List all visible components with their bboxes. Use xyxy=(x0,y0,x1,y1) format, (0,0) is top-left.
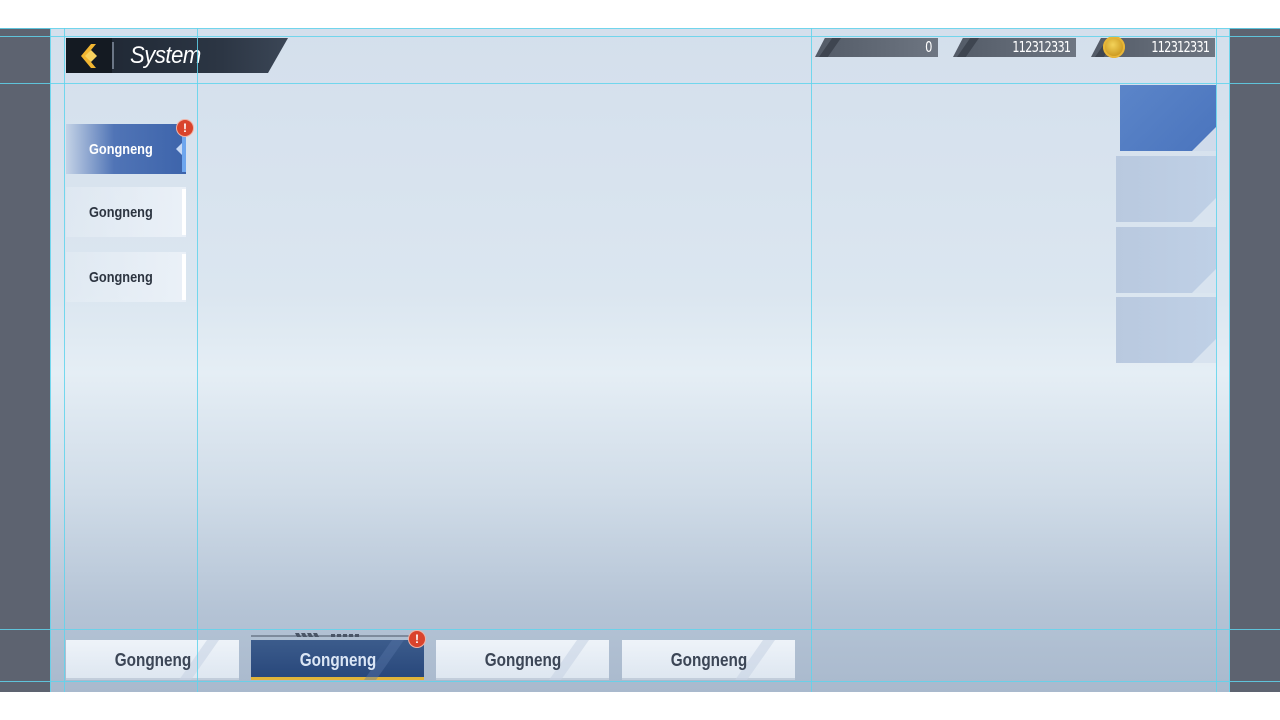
right-slot-2[interactable] xyxy=(1116,156,1216,222)
guide-line xyxy=(0,629,1280,630)
left-nav-item-3[interactable]: Gongneng xyxy=(66,252,186,302)
left-nav-item-1[interactable]: Gongneng xyxy=(66,124,186,174)
left-nav-item-2[interactable]: Gongneng xyxy=(66,187,186,237)
guide-line xyxy=(0,28,1280,29)
currency-background xyxy=(815,38,938,57)
currency-value: 112312331 xyxy=(1150,38,1210,56)
title-separator xyxy=(112,42,114,69)
nav-item-edge xyxy=(182,254,186,300)
currency-display-2: 112312331 xyxy=(953,38,1076,57)
nav-item-label: Gongneng xyxy=(89,203,153,221)
tab-label: Gongneng xyxy=(670,649,747,670)
nav-item-label: Gongneng xyxy=(89,140,153,158)
guide-line xyxy=(1229,28,1230,692)
back-button[interactable] xyxy=(66,38,112,73)
page-title: System xyxy=(130,42,201,69)
chevron-left-icon xyxy=(81,43,97,68)
tab-decoration-icon xyxy=(251,633,416,637)
guide-line xyxy=(811,28,812,692)
right-slot-1[interactable] xyxy=(1120,85,1216,151)
right-letterbox xyxy=(1230,28,1280,692)
nav-item-edge xyxy=(182,189,186,235)
currency-value: 112312331 xyxy=(1011,38,1071,56)
background-stage xyxy=(50,28,1230,692)
guide-line xyxy=(1216,28,1217,692)
alert-badge-icon: ! xyxy=(177,120,193,136)
nav-selected-arrow-icon xyxy=(176,143,182,155)
guide-line xyxy=(0,681,1280,682)
guide-line xyxy=(197,28,198,692)
right-slot-4[interactable] xyxy=(1116,297,1216,363)
bottom-tab-2[interactable]: Gongneng xyxy=(251,633,424,680)
coin-icon xyxy=(1103,36,1125,58)
guide-line xyxy=(0,36,1280,37)
left-letterbox xyxy=(0,28,50,692)
bottom-tab-3[interactable]: Gongneng xyxy=(436,640,609,680)
guide-line xyxy=(0,83,1280,84)
bottom-tab-4[interactable]: Gongneng xyxy=(622,640,795,680)
title-bar: System xyxy=(66,38,288,73)
right-slot-3[interactable] xyxy=(1116,227,1216,293)
currency-value: 0 xyxy=(925,38,933,56)
nav-item-label: Gongneng xyxy=(89,268,153,286)
tab-label: Gongneng xyxy=(299,649,376,670)
bottom-tab-1[interactable]: Gongneng xyxy=(66,640,239,680)
tab-label: Gongneng xyxy=(114,649,191,670)
guide-line xyxy=(50,28,51,692)
currency-display-3: 112312331 xyxy=(1091,36,1215,58)
guide-line xyxy=(64,28,65,692)
tab-label: Gongneng xyxy=(484,649,561,670)
currency-display-1: 0 xyxy=(815,38,938,57)
alert-badge-icon: ! xyxy=(409,631,425,647)
